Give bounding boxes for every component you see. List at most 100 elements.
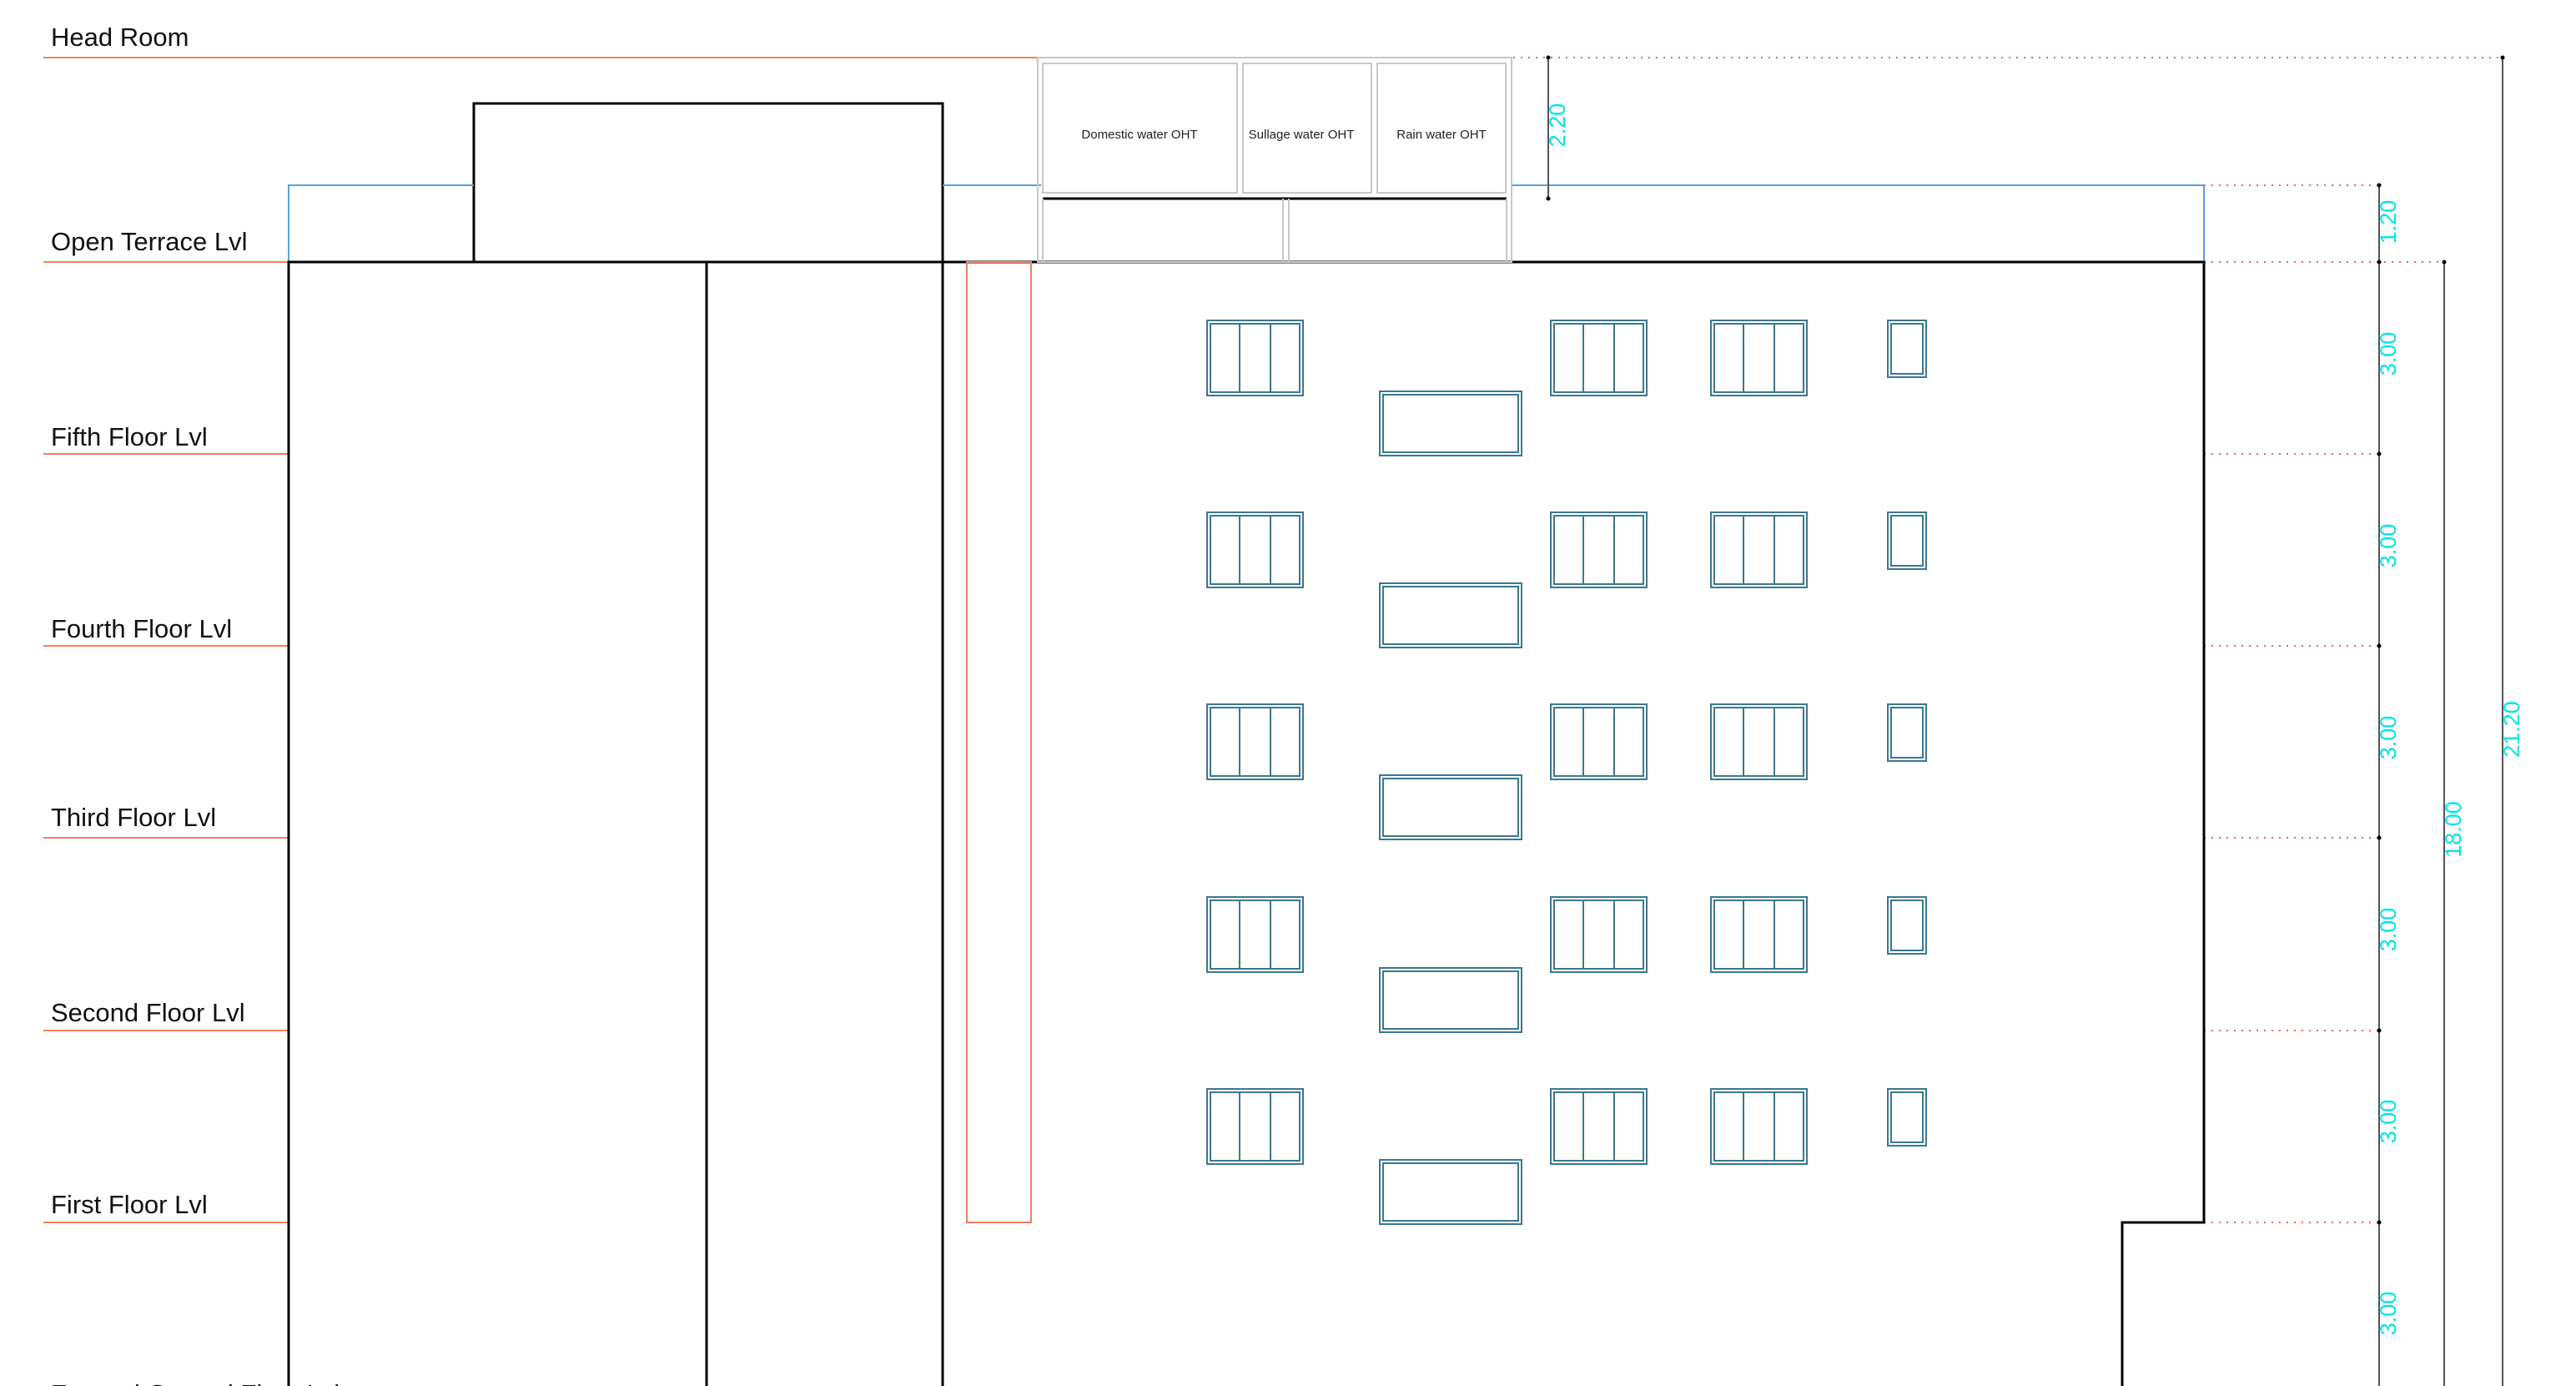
fourth-floor-ventilator-small-outer bbox=[1887, 512, 1927, 570]
second-floor-window-b-frame-inner bbox=[1553, 900, 1644, 970]
first-floor-window-a bbox=[1206, 1088, 1304, 1165]
fourth-floor-window-b-frame-inner bbox=[1553, 515, 1644, 585]
building-outline bbox=[287, 102, 2206, 1386]
second-floor-window-a bbox=[1206, 896, 1304, 973]
third-floor-ventilator-small-inner bbox=[1890, 707, 1924, 759]
second-floor-window-c bbox=[1710, 896, 1808, 973]
first-floor-ventilator-wide-inner bbox=[1382, 1162, 1519, 1222]
second-floor-window-c-frame-inner bbox=[1713, 900, 1804, 970]
first-floor-window-a-frame-outer bbox=[1206, 1088, 1304, 1165]
fifth-floor-ventilator-wide-inner bbox=[1382, 394, 1519, 453]
dim-floor-height-2: 3.00 bbox=[2376, 1100, 2401, 1144]
dim-floor-height-5: 3.00 bbox=[2376, 524, 2401, 568]
stair-headroom-outline bbox=[472, 102, 944, 262]
first-floor-window-b bbox=[1550, 1088, 1648, 1165]
dim-tick-total-top bbox=[2500, 55, 2505, 60]
dim-total-height: 21.20 bbox=[2499, 701, 2524, 758]
fourth-floor-label: Fourth Floor Lvl bbox=[51, 614, 232, 643]
first-floor-ventilator-small-inner bbox=[1890, 1091, 1924, 1143]
dim-oht-height: 2.20 bbox=[1545, 103, 1570, 148]
fifth-floor-window-b-frame-inner bbox=[1553, 323, 1644, 393]
fourth-floor-ventilator-small bbox=[1887, 512, 1927, 570]
third-floor-window-b-frame-inner bbox=[1553, 707, 1644, 777]
first-floor-window-b-frame-outer bbox=[1550, 1088, 1648, 1165]
first-floor-ventilator-wide bbox=[1379, 1159, 1522, 1225]
fourth-floor-ventilator-small-inner bbox=[1890, 515, 1924, 567]
first-floor-ventilator-small bbox=[1887, 1088, 1927, 1147]
elevation-drawing: Head Room Open Terrace Lvl Fifth Floor L… bbox=[43, 23, 2524, 1386]
third-floor-ventilator-wide bbox=[1379, 774, 1522, 840]
dim-tick-oht-top bbox=[1546, 55, 1551, 60]
fifth-floor-window-a-frame-outer bbox=[1206, 320, 1304, 396]
dim-tick-fifth bbox=[2377, 451, 2382, 456]
fifth-floor-label: Fifth Floor Lvl bbox=[51, 422, 208, 451]
windows bbox=[1206, 320, 1927, 1225]
parapet-outline bbox=[288, 184, 474, 262]
fifth-floor-ventilator-small-outer bbox=[1887, 320, 1927, 378]
third-floor-ventilator-small bbox=[1887, 703, 1927, 762]
dim-building-height: 18.00 bbox=[2441, 801, 2466, 858]
first-floor-ventilator-wide-outer bbox=[1379, 1159, 1522, 1225]
third-floor-window-a-frame-outer bbox=[1206, 703, 1304, 780]
third-floor-ventilator-wide-inner bbox=[1382, 778, 1519, 837]
second-floor-ventilator-small bbox=[1887, 896, 1927, 955]
second-floor-window-c-frame-outer bbox=[1710, 896, 1808, 973]
dim-tick-third bbox=[2377, 835, 2382, 840]
second-floor-ventilator-wide-outer bbox=[1379, 967, 1522, 1033]
fifth-floor-ventilator-small-inner bbox=[1890, 323, 1924, 375]
formed-ground-floor-label: Formed Ground Floor Lvl bbox=[51, 1379, 340, 1386]
first-floor-ventilator-small-outer bbox=[1887, 1088, 1927, 1147]
fifth-floor-window-b bbox=[1550, 320, 1648, 396]
fourth-floor-window-c-frame-outer bbox=[1710, 512, 1808, 588]
dim-parapet-height: 1.20 bbox=[2376, 200, 2401, 244]
sullage-water-label: Sullage water OHT bbox=[1249, 128, 1355, 142]
first-floor-label: First Floor Lvl bbox=[51, 1190, 208, 1219]
first-floor-window-c bbox=[1710, 1088, 1808, 1165]
dim-tick-building-top bbox=[2442, 260, 2447, 265]
dim-tick-first bbox=[2377, 1220, 2382, 1225]
fourth-floor-window-c-frame-inner bbox=[1713, 515, 1804, 585]
dimension-guides bbox=[1513, 57, 2503, 1223]
fifth-floor-window-c-frame-outer bbox=[1710, 320, 1808, 396]
first-floor-window-c-frame-outer bbox=[1710, 1088, 1808, 1165]
second-floor-ventilator-wide-inner bbox=[1382, 970, 1519, 1030]
second-floor-window-b-frame-outer bbox=[1550, 896, 1648, 973]
first-floor-window-c-frame-inner bbox=[1713, 1091, 1804, 1162]
fourth-floor-window-b-frame-outer bbox=[1550, 512, 1648, 588]
fifth-floor-window-a bbox=[1206, 320, 1304, 396]
overhead-tanks: Domestic water OHT Sullage water OHT Rai… bbox=[1037, 57, 1512, 263]
main-outline bbox=[287, 260, 2206, 1386]
fourth-floor-ventilator-wide bbox=[1379, 582, 1522, 648]
second-floor-window-a-frame-outer bbox=[1206, 896, 1304, 973]
oht-enclosure bbox=[1037, 57, 1512, 263]
third-floor-window-a bbox=[1206, 703, 1304, 780]
third-floor-window-c-frame-inner bbox=[1713, 707, 1804, 777]
fourth-floor-ventilator-wide-outer bbox=[1379, 582, 1522, 648]
fifth-floor-window-a-frame-inner bbox=[1210, 323, 1301, 393]
fourth-floor-window-b bbox=[1550, 512, 1648, 588]
dim-tick-fourth bbox=[2377, 643, 2382, 648]
fourth-floor-window-a-frame-outer bbox=[1206, 512, 1304, 588]
domestic-water-label: Domestic water OHT bbox=[1081, 128, 1197, 142]
second-floor-window-a-frame-inner bbox=[1210, 900, 1301, 970]
fourth-floor-window-c bbox=[1710, 512, 1808, 588]
dim-floor-height-6: 3.00 bbox=[2376, 332, 2401, 376]
fourth-floor-ventilator-wide-inner bbox=[1382, 586, 1519, 645]
fifth-floor-window-c-frame-inner bbox=[1713, 323, 1804, 393]
second-floor-window-b bbox=[1550, 896, 1648, 973]
duct-shaft bbox=[966, 261, 1032, 1223]
fifth-floor-window-c bbox=[1710, 320, 1808, 396]
dim-floor-height-4: 3.00 bbox=[2376, 716, 2401, 760]
dim-floor-height-3: 3.00 bbox=[2376, 908, 2401, 952]
second-floor-ventilator-small-inner bbox=[1890, 900, 1924, 951]
third-floor-window-b-frame-outer bbox=[1550, 703, 1648, 780]
third-floor-window-c-frame-outer bbox=[1710, 703, 1808, 780]
third-floor-window-a-frame-inner bbox=[1210, 707, 1301, 777]
third-floor-ventilator-wide-outer bbox=[1379, 774, 1522, 840]
parapet-outline-far-right bbox=[1512, 184, 2205, 262]
head-room-label: Head Room bbox=[51, 23, 189, 52]
fifth-floor-window-b-frame-outer bbox=[1550, 320, 1648, 396]
first-floor-window-b-frame-inner bbox=[1553, 1091, 1644, 1162]
rain-water-label: Rain water OHT bbox=[1396, 128, 1487, 142]
dimension-chains: 2.20 1.20 3.00 3.00 3.00 3.00 3.00 3.00 … bbox=[1545, 55, 2524, 1386]
